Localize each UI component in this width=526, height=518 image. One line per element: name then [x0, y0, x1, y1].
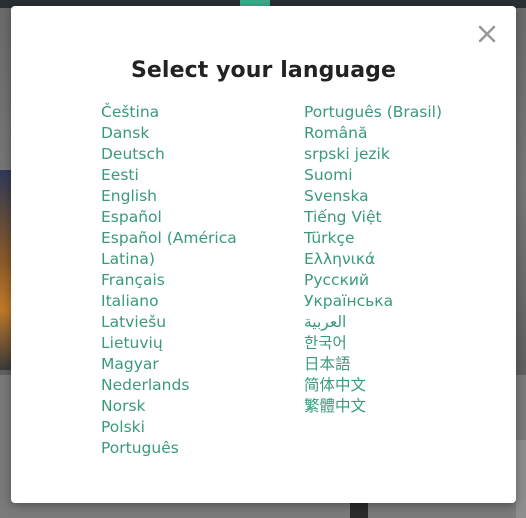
- language-option[interactable]: Español: [101, 207, 276, 228]
- language-option[interactable]: Eesti: [101, 165, 276, 186]
- language-option[interactable]: Nederlands: [101, 375, 276, 396]
- language-option[interactable]: العربية: [304, 312, 494, 333]
- close-icon: [478, 25, 496, 43]
- language-option[interactable]: Português: [101, 438, 276, 459]
- language-option[interactable]: Lietuvių: [101, 333, 276, 354]
- language-select-modal: Select your language Čeština Dansk Deuts…: [11, 6, 516, 503]
- language-option[interactable]: Dansk: [101, 123, 276, 144]
- language-option[interactable]: 繁體中文: [304, 396, 494, 417]
- language-option[interactable]: Norsk: [101, 396, 276, 417]
- language-option[interactable]: 日本語: [304, 354, 494, 375]
- background-right-edge: [516, 440, 526, 518]
- language-option[interactable]: Русский: [304, 270, 494, 291]
- language-option[interactable]: Română: [304, 123, 494, 144]
- language-option[interactable]: Italiano: [101, 291, 276, 312]
- modal-title: Select your language: [130, 58, 397, 83]
- language-option[interactable]: Latviešu: [101, 312, 276, 333]
- language-list-right: Português (Brasil) Română srpski jezik S…: [304, 102, 494, 417]
- language-option[interactable]: Čeština: [101, 102, 276, 123]
- language-option[interactable]: Español (América Latina): [101, 228, 276, 270]
- language-option[interactable]: Português (Brasil): [304, 102, 494, 123]
- language-option[interactable]: 简体中文: [304, 375, 494, 396]
- language-option[interactable]: Tiếng Việt: [304, 207, 494, 228]
- language-option[interactable]: 한국어: [304, 333, 494, 354]
- language-option[interactable]: Magyar: [101, 354, 276, 375]
- language-option[interactable]: Deutsch: [101, 144, 276, 165]
- close-button[interactable]: [475, 22, 499, 46]
- language-option[interactable]: Türkçe: [304, 228, 494, 249]
- language-option[interactable]: Suomi: [304, 165, 494, 186]
- language-option[interactable]: Polski: [101, 417, 276, 438]
- language-option[interactable]: Українська: [304, 291, 494, 312]
- language-option[interactable]: srpski jezik: [304, 144, 494, 165]
- language-option[interactable]: Ελληνικά: [304, 249, 494, 270]
- language-option[interactable]: Svenska: [304, 186, 494, 207]
- language-option[interactable]: English: [101, 186, 276, 207]
- language-option[interactable]: Français: [101, 270, 276, 291]
- language-list-left: Čeština Dansk Deutsch Eesti English Espa…: [101, 102, 276, 459]
